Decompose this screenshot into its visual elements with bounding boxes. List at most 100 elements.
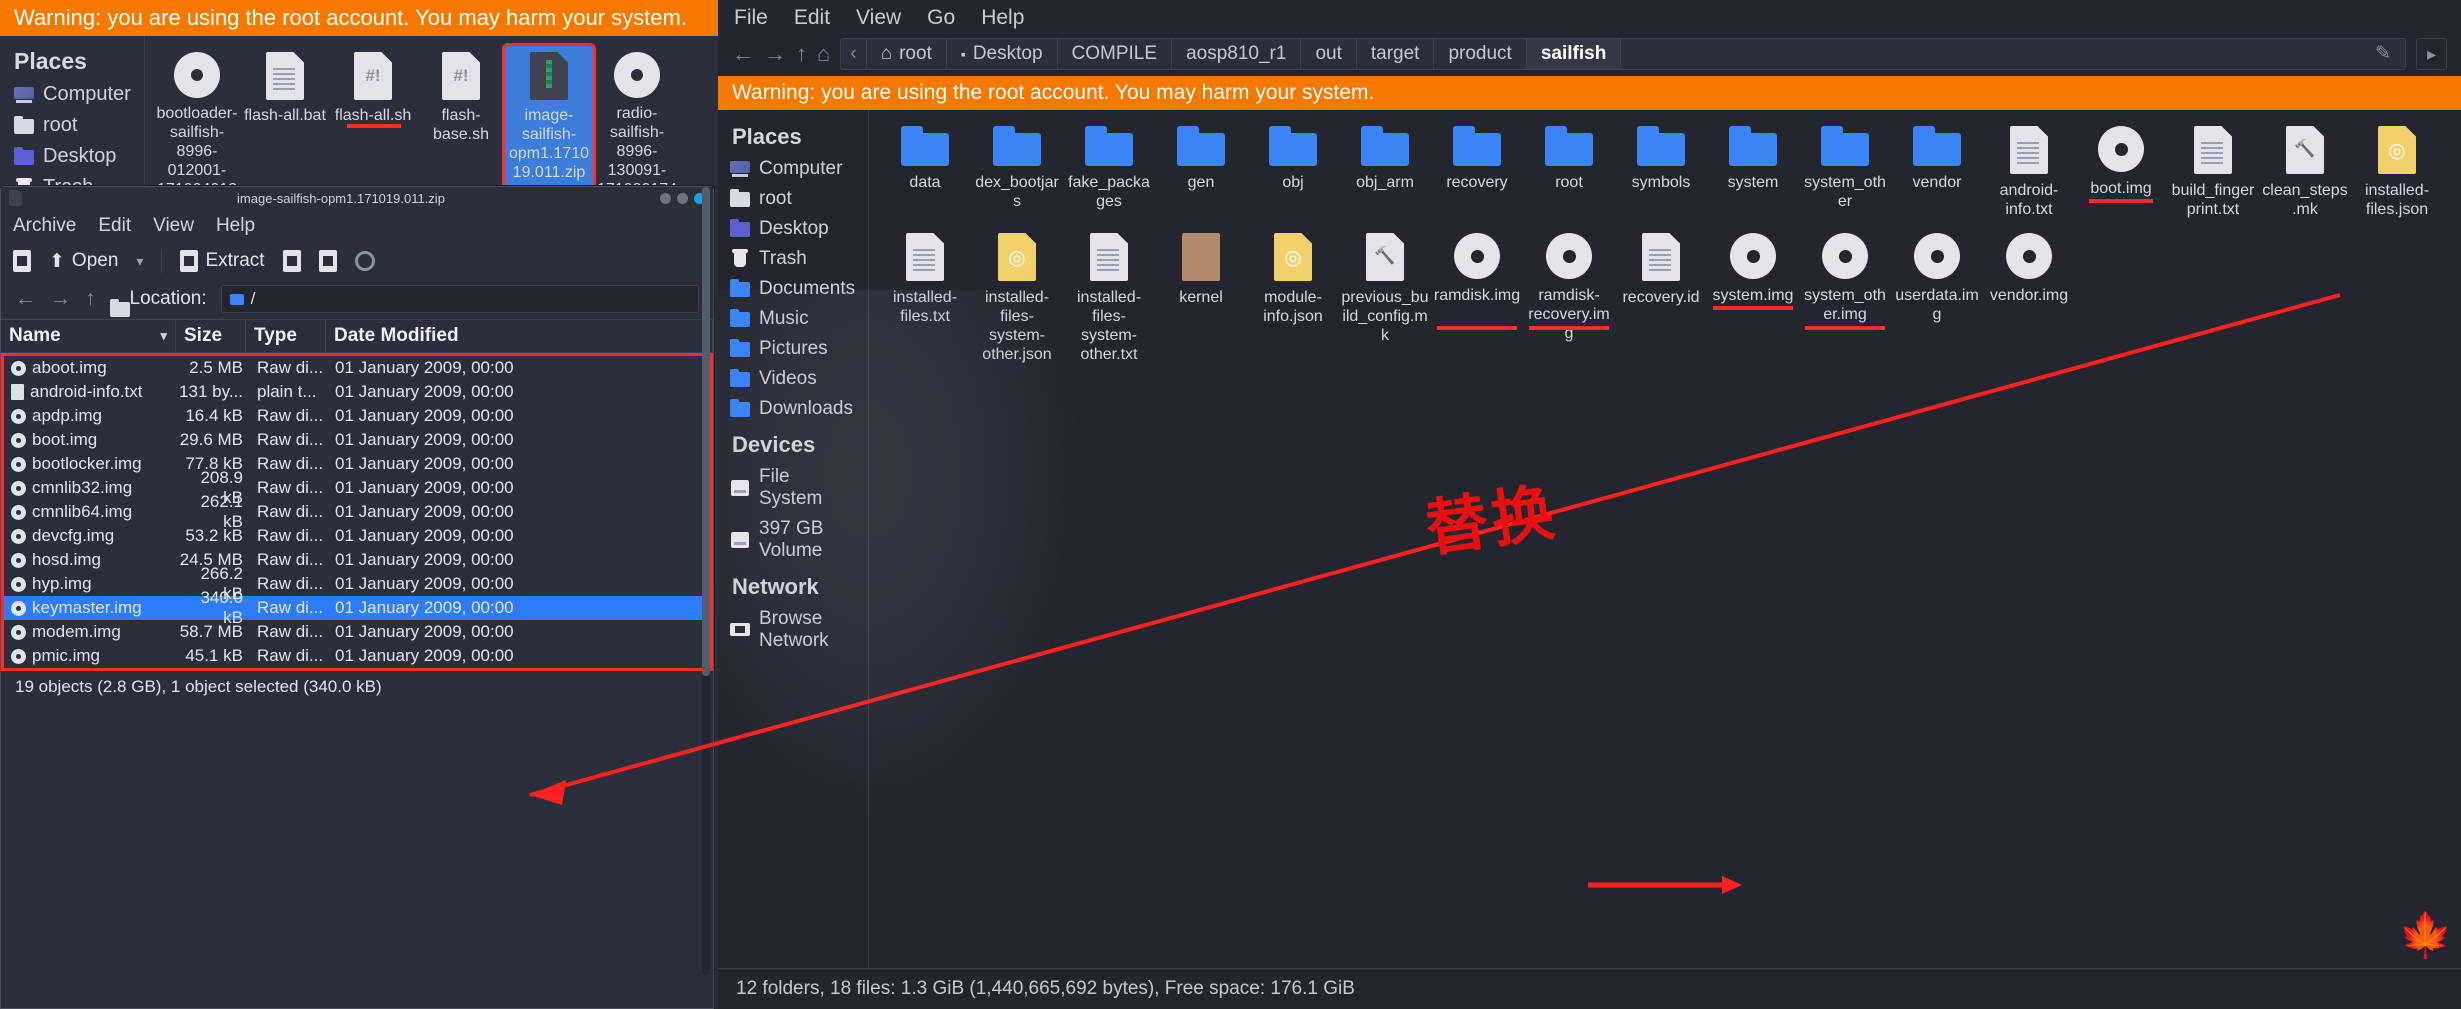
- file-item[interactable]: boot.img: [2075, 118, 2167, 225]
- column-header-type[interactable]: Type: [246, 320, 326, 352]
- file-item[interactable]: userdata.img: [1891, 225, 1983, 370]
- menu-archive[interactable]: Archive: [13, 215, 76, 237]
- breadcrumb-item-sailfish[interactable]: sailfish: [1527, 39, 1621, 69]
- table-row[interactable]: boot.img29.6 MBRaw di...01 January 2009,…: [4, 428, 710, 452]
- file-item[interactable]: system.img: [1707, 225, 1799, 370]
- table-row[interactable]: cmnlib32.img208.9 kBRaw di...01 January …: [4, 476, 710, 500]
- sidebar-item-browse-network[interactable]: Browse Network: [718, 604, 868, 656]
- breadcrumb-item-compile[interactable]: COMPILE: [1058, 39, 1173, 69]
- back-button[interactable]: ←: [15, 287, 36, 311]
- file-item[interactable]: dex_bootjars: [971, 118, 1063, 225]
- table-row-selected[interactable]: keymaster.img340.0 kBRaw di...01 January…: [4, 596, 710, 620]
- sidebar-item-pictures[interactable]: Pictures: [718, 334, 868, 364]
- archive-scrollbar[interactable]: [702, 187, 710, 975]
- table-row[interactable]: bootlocker.img77.8 kBRaw di...01 January…: [4, 452, 710, 476]
- sidebar-item-computer[interactable]: Computer: [0, 79, 144, 110]
- breadcrumb-item-root[interactable]: ⌂root: [867, 39, 947, 69]
- table-row[interactable]: aboot.img2.5 MBRaw di...01 January 2009,…: [4, 356, 710, 380]
- archive-titlebar[interactable]: image-sailfish-opm1.171019.011.zip: [1, 187, 713, 209]
- file-item[interactable]: previous_build_config.mk: [1339, 225, 1431, 370]
- file-item[interactable]: obj_arm: [1339, 118, 1431, 225]
- file-item[interactable]: ramdisk-recovery.img: [1523, 225, 1615, 370]
- file-item[interactable]: installed-files-system-other.json: [971, 225, 1063, 370]
- column-header-size[interactable]: Size: [176, 320, 246, 352]
- location-input[interactable]: /: [221, 285, 699, 313]
- breadcrumb-scroll-left[interactable]: ‹: [841, 39, 866, 69]
- breadcrumb-item-aosp810_r1[interactable]: aosp810_r1: [1172, 39, 1301, 69]
- file-item[interactable]: recovery: [1431, 118, 1523, 225]
- sidebar-item-trash[interactable]: Trash: [718, 244, 868, 274]
- sidebar-item-downloads[interactable]: Downloads: [718, 394, 868, 424]
- menu-view[interactable]: View: [856, 6, 901, 30]
- file-item[interactable]: vendor: [1891, 118, 1983, 225]
- sidebar-item-computer[interactable]: Computer: [718, 154, 868, 184]
- path-edit-button[interactable]: ✎: [1621, 39, 2405, 69]
- chevron-down-icon[interactable]: ▾: [136, 253, 143, 270]
- sidebar-item-documents[interactable]: Documents: [718, 274, 868, 304]
- back-button[interactable]: ←: [732, 41, 754, 67]
- menu-help[interactable]: Help: [981, 6, 1024, 30]
- breadcrumb-item-product[interactable]: product: [1434, 39, 1526, 69]
- menu-go[interactable]: Go: [927, 6, 955, 30]
- breadcrumb-scroll-right[interactable]: ▸: [2416, 38, 2447, 70]
- forward-button[interactable]: →: [764, 41, 786, 67]
- table-row[interactable]: modem.img58.7 MBRaw di...01 January 2009…: [4, 620, 710, 644]
- file-item[interactable]: gen: [1155, 118, 1247, 225]
- extract-button[interactable]: Extract: [180, 250, 264, 272]
- add-folder-icon[interactable]: [319, 250, 337, 272]
- file-item[interactable]: vendor.img: [1983, 225, 2075, 370]
- new-archive-icon[interactable]: [13, 250, 31, 272]
- file-item[interactable]: system_other: [1799, 118, 1891, 225]
- properties-icon[interactable]: [355, 251, 375, 271]
- table-row[interactable]: cmnlib64.img262.1 kBRaw di...01 January …: [4, 500, 710, 524]
- home-button[interactable]: ⌂: [817, 41, 830, 67]
- table-row[interactable]: pmic.img45.1 kBRaw di...01 January 2009,…: [4, 644, 710, 668]
- forward-button[interactable]: →: [50, 287, 71, 311]
- file-item[interactable]: installed-files-system-other.txt: [1063, 225, 1155, 370]
- menu-edit[interactable]: Edit: [794, 6, 830, 30]
- sidebar-item-videos[interactable]: Videos: [718, 364, 868, 394]
- file-item[interactable]: root: [1523, 118, 1615, 225]
- table-row[interactable]: android-info.txt131 by...plain t...01 Ja…: [4, 380, 710, 404]
- breadcrumb-item-desktop[interactable]: ▪Desktop: [947, 39, 1058, 69]
- table-row[interactable]: hyp.img266.2 kBRaw di...01 January 2009,…: [4, 572, 710, 596]
- up-button[interactable]: ↑: [796, 41, 807, 67]
- table-row[interactable]: hosd.img24.5 MBRaw di...01 January 2009,…: [4, 548, 710, 572]
- breadcrumb-item-out[interactable]: out: [1301, 39, 1356, 69]
- add-files-icon[interactable]: [283, 250, 301, 272]
- file-item[interactable]: symbols: [1615, 118, 1707, 225]
- file-item[interactable]: system: [1707, 118, 1799, 225]
- sidebar-item-root[interactable]: root: [0, 110, 144, 141]
- file-item[interactable]: system_other.img: [1799, 225, 1891, 370]
- file-item[interactable]: kernel: [1155, 225, 1247, 370]
- column-header-name[interactable]: Name ▾: [1, 320, 176, 352]
- table-row[interactable]: apdp.img16.4 kBRaw di...01 January 2009,…: [4, 404, 710, 428]
- file-item[interactable]: android-info.txt: [1983, 118, 2075, 225]
- file-item[interactable]: installed-files.json: [2351, 118, 2443, 225]
- maximize-button[interactable]: [677, 193, 688, 204]
- column-header-date[interactable]: Date Modified: [326, 320, 713, 352]
- menu-view[interactable]: View: [153, 215, 194, 237]
- menu-help[interactable]: Help: [216, 215, 255, 237]
- up-button[interactable]: ↑: [85, 287, 96, 311]
- table-row[interactable]: devcfg.img53.2 kBRaw di...01 January 200…: [4, 524, 710, 548]
- file-item[interactable]: recovery.id: [1615, 225, 1707, 370]
- menu-edit[interactable]: Edit: [98, 215, 131, 237]
- file-item[interactable]: module-info.json: [1247, 225, 1339, 370]
- sidebar-item-volume[interactable]: 397 GB Volume: [718, 514, 868, 566]
- breadcrumb-item-target[interactable]: target: [1357, 39, 1435, 69]
- file-item[interactable]: data: [879, 118, 971, 225]
- minimize-button[interactable]: [660, 193, 671, 204]
- sidebar-item-music[interactable]: Music: [718, 304, 868, 334]
- menu-file[interactable]: File: [734, 6, 768, 30]
- open-button[interactable]: ⬆ Open: [49, 250, 118, 273]
- file-item[interactable]: fake_packages: [1063, 118, 1155, 225]
- file-item[interactable]: build_fingerprint.txt: [2167, 118, 2259, 225]
- sidebar-item-desktop[interactable]: Desktop: [718, 214, 868, 244]
- file-item[interactable]: clean_steps.mk: [2259, 118, 2351, 225]
- file-item[interactable]: ramdisk.img: [1431, 225, 1523, 370]
- file-item[interactable]: obj: [1247, 118, 1339, 225]
- sidebar-item-desktop[interactable]: Desktop: [0, 141, 144, 172]
- sidebar-item-file-system[interactable]: File System: [718, 462, 868, 514]
- sidebar-item-root[interactable]: root: [718, 184, 868, 214]
